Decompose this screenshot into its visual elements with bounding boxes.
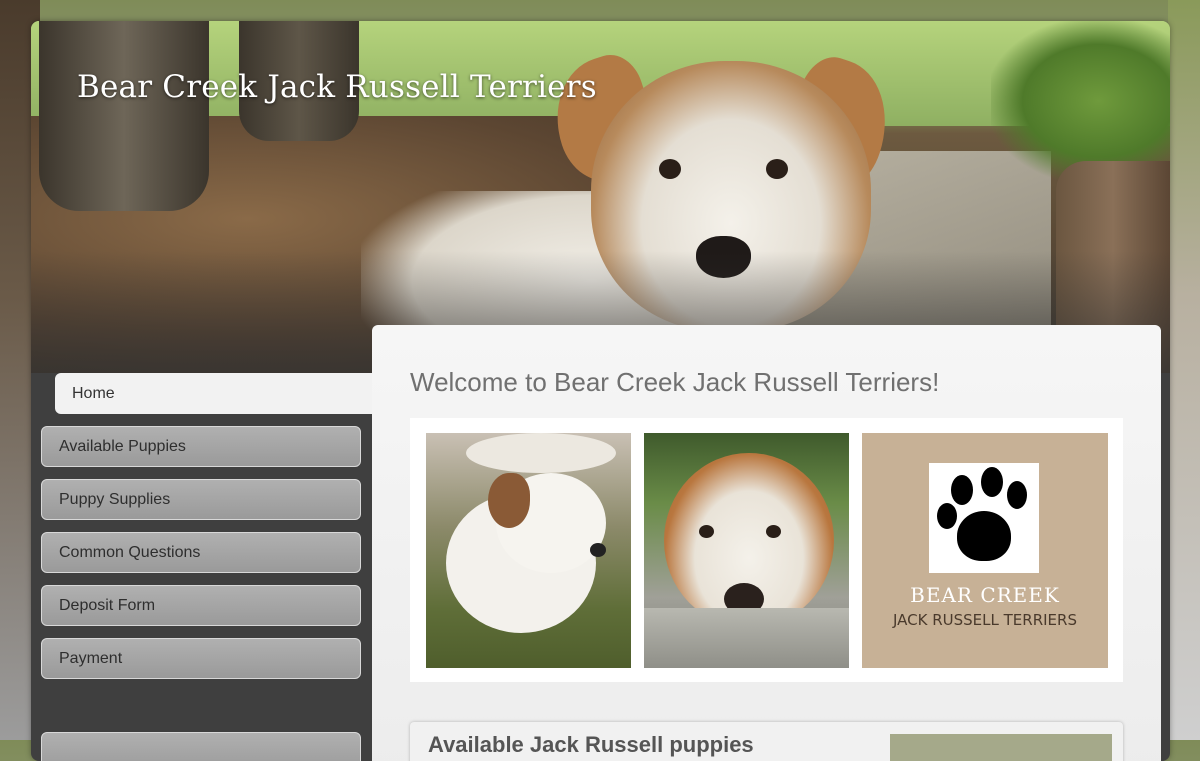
photo-gallery: BEAR CREEK JACK RUSSELL TERRIERS	[410, 418, 1123, 682]
nav-item-puppy-supplies[interactable]: Puppy Supplies	[41, 479, 361, 520]
site-title[interactable]: Bear Creek Jack Russell Terriers	[77, 69, 597, 105]
site-frame: Bear Creek Jack Russell Terriers Home Av…	[31, 21, 1170, 761]
nav-item-deposit-form[interactable]: Deposit Form	[41, 585, 361, 626]
bear-creek-logo-image[interactable]: BEAR CREEK JACK RUSSELL TERRIERS	[862, 433, 1108, 668]
nav-item-payment[interactable]: Payment	[41, 638, 361, 679]
logo-text-jack-russell: JACK RUSSELL TERRIERS	[893, 611, 1077, 629]
nav-item-common-questions[interactable]: Common Questions	[41, 532, 361, 573]
welcome-heading: Welcome to Bear Creek Jack Russell Terri…	[410, 367, 940, 397]
section-thumbnail[interactable]	[890, 734, 1112, 761]
nav-item-home[interactable]: Home	[55, 373, 372, 414]
section-heading: Available Jack Russell puppies	[428, 732, 754, 757]
puppy-photo-white[interactable]	[426, 433, 631, 668]
available-puppies-card: Available Jack Russell puppies	[410, 722, 1123, 761]
puppy-photo-brown-white[interactable]	[644, 433, 849, 668]
nav-item-available-puppies[interactable]: Available Puppies	[41, 426, 361, 467]
background-blur-right	[1168, 0, 1200, 740]
paw-print-icon	[929, 463, 1039, 573]
nav-item-partial[interactable]	[41, 732, 361, 761]
logo-text-bear-creek: BEAR CREEK	[910, 583, 1060, 607]
main-content-panel: Welcome to Bear Creek Jack Russell Terri…	[372, 325, 1161, 761]
